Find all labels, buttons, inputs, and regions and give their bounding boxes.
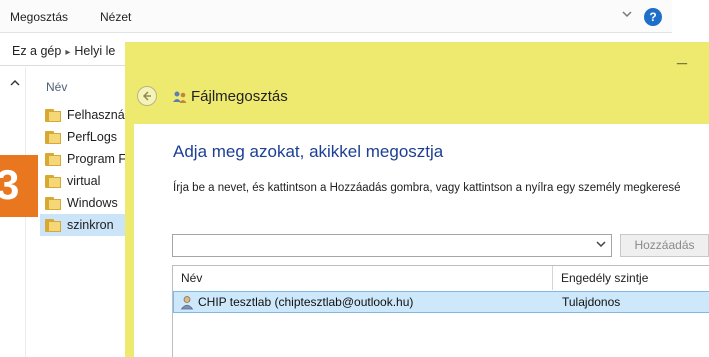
dialog-title: Fájlmegosztás [191,88,288,105]
breadcrumb: Ez a gép ▸ Helyi le [12,44,115,58]
sharing-table: Név Engedély szintje CHIP tesztlab (chip… [172,265,709,357]
folder-icon [45,108,61,122]
dialog-body: Adja meg azokat, akikkel megosztja Írja … [134,124,709,357]
folder-name: Windows [67,196,118,210]
chevron-down-icon[interactable] [596,239,606,252]
ribbon-expand-chevron-icon[interactable] [621,8,635,22]
folder-icon [45,196,61,210]
folder-icon [45,152,61,166]
folder-icon [45,218,61,232]
step-number: 3 [0,161,20,208]
folder-name: Program F [67,152,127,166]
minimize-button[interactable]: _ [677,46,687,67]
person-combobox[interactable] [172,234,612,257]
ribbon: Megosztás Nézet ? [0,0,672,33]
help-icon[interactable]: ? [644,8,662,26]
column-header-name[interactable]: Név [173,266,553,290]
column-header-permission-level[interactable]: Engedély szintje [553,266,709,290]
dialog-heading: Adja meg azokat, akikkel megosztja [173,142,444,161]
folder-name: Felhasznál [67,108,128,122]
collapse-arrow-icon[interactable] [10,76,20,90]
user-name-cell: CHIP tesztlab (chiptesztlab@outlook.hu) [198,295,414,309]
folder-icon [45,130,61,144]
table-row[interactable]: CHIP tesztlab (chiptesztlab@outlook.hu) … [173,291,709,313]
folder-name: szinkron [67,218,114,232]
dialog-titlebar: _ [125,42,709,72]
breadcrumb-separator-icon: ▸ [65,47,71,58]
instructions-text: Írja be a nevet, és kattintson a Hozzáad… [173,182,681,194]
breadcrumb-local-disk[interactable]: Helyi le [74,44,115,58]
file-sharing-dialog: _ Fájlmegosztás Adja meg azokat, akikkel… [125,42,709,357]
user-icon [180,295,194,310]
ribbon-tab-share[interactable]: Megosztás [10,10,68,24]
folder-name: PerfLogs [67,130,118,144]
column-header-name[interactable]: Név [46,80,67,94]
ribbon-tab-view[interactable]: Nézet [100,10,131,24]
folder-name: virtual [67,174,101,188]
back-arrow-icon[interactable] [137,86,157,106]
folder-icon [45,174,61,188]
breadcrumb-this-pc[interactable]: Ez a gép [12,44,61,58]
add-button[interactable]: Hozzáadás [620,234,709,257]
permission-level-cell[interactable]: Tulajdonos [555,295,620,309]
people-share-icon [172,89,188,105]
dialog-header: Fájlmegosztás [125,72,709,122]
step-number-badge: 3 [0,155,38,217]
